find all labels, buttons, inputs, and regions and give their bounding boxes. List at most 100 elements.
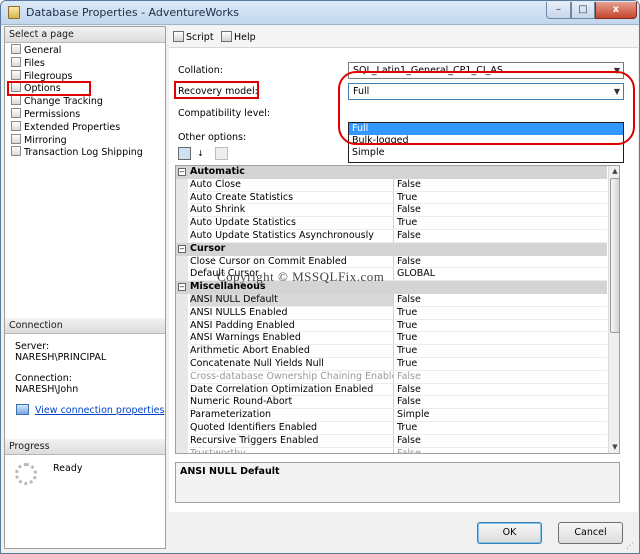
copyright-watermark: Copyright © MSSQLFix.com bbox=[217, 269, 385, 284]
grid-property-row[interactable]: Numeric Round-Abort False bbox=[176, 396, 607, 410]
property-value[interactable]: False bbox=[395, 371, 607, 384]
categorized-icon[interactable] bbox=[178, 147, 191, 160]
row-gutter bbox=[176, 191, 188, 205]
left-pane: Select a page General Files Filegroups Opti… bbox=[4, 26, 166, 549]
property-name: Cross-database Ownership Chaining Enable… bbox=[190, 370, 394, 384]
category-name: Cursor bbox=[190, 242, 226, 254]
recovery-option-simple[interactable]: Simple bbox=[349, 147, 623, 159]
grid-property-row[interactable]: Quoted Identifiers Enabled True bbox=[176, 422, 607, 435]
property-name: Close Cursor on Commit Enabled bbox=[190, 255, 394, 269]
property-value[interactable]: False bbox=[395, 384, 607, 397]
grid-property-row[interactable]: Close Cursor on Commit Enabled False bbox=[176, 255, 607, 269]
row-gutter bbox=[176, 178, 188, 192]
grid-property-row[interactable]: Recursive Triggers Enabled False bbox=[176, 434, 607, 448]
compatibility-level-label: Compatibility level: bbox=[178, 108, 271, 119]
property-value[interactable]: Simple bbox=[395, 409, 607, 422]
grid-property-row[interactable]: Auto Create Statistics True bbox=[176, 191, 607, 205]
recovery-model-label-highlight bbox=[174, 81, 259, 99]
grid-property-row[interactable]: Date Correlation Optimization Enabled Fal… bbox=[176, 383, 607, 397]
progress-header: Progress bbox=[5, 439, 165, 455]
vertical-scrollbar[interactable]: ▲ ▼ bbox=[608, 166, 619, 453]
property-value[interactable]: GLOBAL bbox=[395, 268, 607, 282]
scroll-up-icon[interactable]: ▲ bbox=[609, 166, 619, 177]
page-item-label: General bbox=[24, 45, 62, 56]
cancel-button[interactable]: Cancel bbox=[558, 522, 623, 544]
property-name: ANSI NULLS Enabled bbox=[190, 306, 394, 320]
property-name: Auto Shrink bbox=[190, 204, 394, 218]
script-label: Script bbox=[186, 32, 214, 43]
help-button[interactable]: Help bbox=[221, 31, 256, 43]
page-item-files[interactable]: Files bbox=[11, 56, 45, 70]
row-gutter bbox=[176, 358, 188, 371]
property-value[interactable]: True bbox=[395, 192, 607, 205]
page-item-extended-properties[interactable]: Extended Properties bbox=[11, 120, 121, 134]
view-connection-properties-link[interactable]: View connection properties bbox=[35, 405, 164, 416]
property-value[interactable]: True bbox=[395, 307, 607, 320]
property-value[interactable]: True bbox=[395, 358, 607, 371]
grid-property-row[interactable]: Concatenate Null Yields Null True bbox=[176, 358, 607, 371]
grid-property-row[interactable]: ANSI Padding Enabled True bbox=[176, 319, 607, 333]
collapse-icon[interactable]: − bbox=[178, 283, 186, 292]
property-value[interactable]: True bbox=[395, 320, 607, 333]
script-button[interactable]: Script bbox=[173, 31, 214, 43]
grid-property-row[interactable]: Trustworthy False bbox=[176, 447, 607, 453]
row-gutter bbox=[176, 332, 188, 346]
page-item-change-tracking[interactable]: Change Tracking bbox=[11, 95, 103, 108]
property-value[interactable]: False bbox=[395, 396, 607, 410]
grid-property-row[interactable]: Cross-database Ownership Chaining Enable… bbox=[176, 370, 607, 384]
ok-button[interactable]: OK bbox=[477, 522, 542, 544]
property-value[interactable]: True bbox=[395, 332, 607, 346]
grid-property-row[interactable]: ANSI NULLS Enabled True bbox=[176, 306, 607, 320]
grid-property-row[interactable]: Parameterization Simple bbox=[176, 409, 607, 422]
property-name: ANSI NULL Default bbox=[190, 294, 394, 307]
grid-property-row[interactable]: Arithmetic Abort Enabled True bbox=[176, 345, 607, 358]
page-icon bbox=[11, 56, 21, 67]
property-value[interactable]: False bbox=[395, 435, 607, 448]
close-button[interactable]: x bbox=[595, 2, 637, 19]
property-value[interactable]: False bbox=[395, 179, 607, 192]
grid-property-row[interactable]: ANSI NULL Default False bbox=[176, 294, 607, 307]
property-pages-icon[interactable] bbox=[215, 147, 228, 160]
page-item-label: Extended Properties bbox=[24, 121, 121, 133]
scrollbar-thumb[interactable] bbox=[610, 178, 619, 333]
dialog-footer: OK Cancel bbox=[169, 513, 638, 551]
grid-property-row[interactable]: Auto Update Statistics Asynchronously Fal… bbox=[176, 230, 607, 243]
property-value[interactable]: False bbox=[395, 448, 607, 453]
page-item-general[interactable]: General bbox=[11, 44, 61, 57]
row-gutter bbox=[176, 447, 188, 453]
grid-property-row[interactable]: Auto Shrink False bbox=[176, 204, 607, 218]
grid-property-row[interactable]: Auto Update Statistics True bbox=[176, 217, 607, 230]
select-page-header: Select a page bbox=[5, 27, 165, 43]
property-name: Quoted Identifiers Enabled bbox=[190, 422, 394, 435]
property-value[interactable]: False bbox=[395, 294, 607, 307]
collapse-icon[interactable]: − bbox=[178, 168, 186, 176]
property-value[interactable]: False bbox=[395, 204, 607, 218]
collapse-icon[interactable]: − bbox=[178, 244, 186, 253]
page-item-permissions[interactable]: Permissions bbox=[11, 108, 80, 121]
grid-property-row[interactable]: Auto Close False bbox=[176, 178, 607, 192]
resize-grip-icon[interactable]: ⋰ bbox=[626, 541, 634, 550]
maximize-button[interactable]: □ bbox=[571, 2, 595, 19]
property-value[interactable]: False bbox=[395, 256, 607, 269]
row-gutter bbox=[176, 319, 188, 333]
row-gutter bbox=[176, 409, 188, 422]
property-value[interactable]: False bbox=[395, 230, 607, 243]
property-value[interactable]: True bbox=[395, 345, 607, 358]
property-value[interactable]: True bbox=[395, 422, 607, 435]
page-item-transaction-log-shipping[interactable]: Transaction Log Shipping bbox=[11, 146, 143, 159]
minimize-button[interactable]: – bbox=[546, 2, 571, 19]
sort-alphabetical-icon[interactable]: ↓ bbox=[194, 147, 207, 160]
property-name: ANSI Warnings Enabled bbox=[190, 332, 394, 346]
window-title: Database Properties - AdventureWorks bbox=[26, 6, 240, 19]
database-icon bbox=[8, 6, 20, 19]
property-name: Auto Create Statistics bbox=[190, 191, 394, 205]
script-icon bbox=[173, 31, 184, 42]
scroll-down-icon[interactable]: ▼ bbox=[609, 442, 619, 453]
property-name: Date Correlation Optimization Enabled bbox=[190, 383, 394, 397]
property-value[interactable]: True bbox=[395, 217, 607, 230]
property-name: Auto Update Statistics Asynchronously bbox=[190, 230, 394, 243]
grid-property-row[interactable]: ANSI Warnings Enabled True bbox=[176, 332, 607, 346]
page-item-mirroring[interactable]: Mirroring bbox=[11, 133, 67, 147]
options-property-grid[interactable]: − Automatic Auto Close False Auto Create Sta… bbox=[175, 165, 620, 454]
property-description-panel: ANSI NULL Default bbox=[175, 462, 620, 503]
